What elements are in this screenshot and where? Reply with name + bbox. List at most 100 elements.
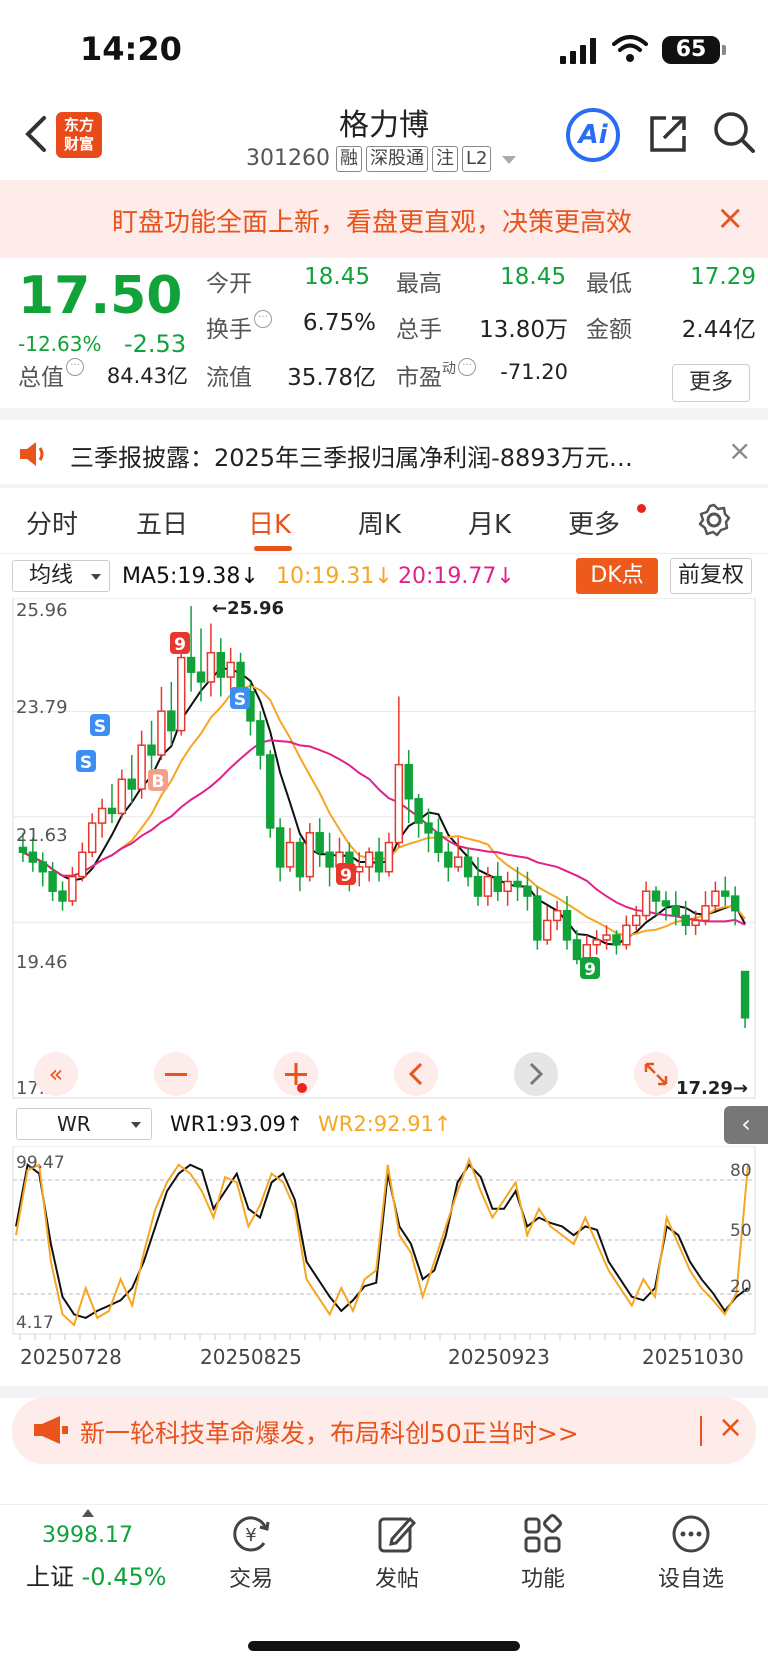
index-name[interactable]: 上证 -0.45%: [26, 1557, 167, 1592]
candle-body: [691, 919, 700, 927]
candle-body: [404, 763, 413, 800]
candle-body: [147, 744, 156, 756]
candle-body: [493, 875, 502, 892]
zoom-in-button[interactable]: [274, 1052, 318, 1096]
change-amount: -2.53: [124, 330, 187, 358]
fullscreen-button[interactable]: [634, 1052, 678, 1096]
stock-code: 301260: [246, 146, 330, 171]
tag-level2: L2: [462, 146, 492, 172]
date-label-1: 20250728: [20, 1345, 122, 1369]
candle-body: [226, 661, 235, 678]
edit-icon: [378, 1516, 417, 1553]
chart-tabs: 分时 五日 日K 周K 月K 更多: [0, 488, 768, 554]
news-ticker[interactable]: 三季报披露：2025年三季报归属净利润-8893万元… ×: [0, 420, 768, 488]
tab-intraday[interactable]: 分时: [26, 504, 78, 541]
sub-indicator-select[interactable]: WR: [16, 1108, 152, 1140]
y-label-2: 23.79: [16, 697, 68, 718]
info-icon[interactable]: ···: [66, 358, 84, 376]
candle-body: [206, 651, 216, 683]
turnover-label: 换手 ···: [206, 310, 272, 344]
volume-value: 13.80万: [479, 317, 568, 343]
candle-body: [671, 905, 681, 917]
wr-y-20: 20: [730, 1277, 752, 1297]
expand-up-icon[interactable]: [82, 1509, 94, 1517]
scroll-right-button[interactable]: [514, 1052, 558, 1096]
pe-label: 市盈动 ···: [396, 358, 476, 392]
indicator-select[interactable]: 均线: [12, 560, 110, 592]
candle-body: [256, 720, 265, 756]
high-label: 最高: [396, 271, 442, 297]
scroll-left-button[interactable]: [394, 1052, 438, 1096]
collapse-panel-button[interactable]: ‹: [724, 1106, 768, 1144]
candle-body: [552, 909, 562, 922]
candle-body: [434, 832, 443, 854]
y-label-3: 21.63: [16, 825, 68, 846]
chevron-down-icon[interactable]: [502, 156, 516, 164]
candle-body: [711, 890, 720, 907]
candle-body: [444, 851, 453, 868]
gear-icon[interactable]: [696, 502, 732, 538]
candle-body: [78, 851, 87, 878]
tab-weekly-k[interactable]: 周K: [358, 504, 401, 541]
candle-body: [414, 797, 423, 824]
candle-body: [295, 841, 305, 878]
share-icon[interactable]: [646, 112, 690, 156]
nav-trade[interactable]: ¥ 交易: [206, 1513, 296, 1593]
divider: [0, 1386, 768, 1398]
tab-five-day[interactable]: 五日: [136, 504, 188, 541]
candle-body: [543, 919, 552, 941]
candle-body: [740, 970, 750, 1019]
current-price: 17.50: [18, 266, 183, 326]
candle-body: [325, 851, 334, 868]
candle-body: [562, 909, 572, 941]
banner-text: 盯盘功能全面上新，看盘更直观，决策更高效: [112, 208, 633, 238]
close-icon[interactable]: ×: [728, 434, 751, 467]
promo-ad[interactable]: 新一轮科技革命爆发，布局科创50正当时>> ×: [12, 1398, 756, 1464]
pe-value: -71.20: [500, 360, 568, 384]
kline-chart[interactable]: SSSB999 25.96 23.79 21.63 19.46 17.29 ←2…: [0, 598, 768, 1104]
ai-button[interactable]: Ai: [566, 108, 620, 162]
volume-label: 总手: [396, 317, 442, 343]
ma20-label: 20:19.77↓: [398, 564, 515, 589]
low-marker: 17.29→: [676, 1078, 748, 1099]
candle-body: [117, 778, 127, 815]
wr-y-80: 80: [730, 1161, 752, 1181]
close-icon[interactable]: ×: [718, 1410, 743, 1445]
wr-y-min: 4.17: [16, 1313, 54, 1333]
search-icon[interactable]: [712, 110, 756, 154]
index-value[interactable]: 3998.17: [42, 1523, 133, 1548]
feature-banner[interactable]: 盯盘功能全面上新，看盘更直观，决策更高效 ×: [0, 180, 768, 258]
tab-more[interactable]: 更多: [568, 504, 620, 541]
candle-body: [384, 841, 394, 873]
adjust-button[interactable]: 前复权: [670, 558, 752, 594]
info-icon[interactable]: ···: [254, 310, 272, 328]
candle-body: [503, 880, 512, 892]
chevron-down-icon: [131, 1122, 141, 1128]
nav-post[interactable]: 发帖: [352, 1513, 442, 1593]
tab-daily-k[interactable]: 日K: [248, 504, 291, 541]
stock-header: 东方 财富 格力博 301260 融 深股通 注 L2 Ai: [0, 100, 768, 180]
candle-body: [275, 827, 285, 868]
candle-body: [364, 851, 374, 868]
ma5-line: [22, 667, 746, 946]
info-icon[interactable]: ···: [458, 358, 476, 376]
wr-chart[interactable]: 99.47 4.17 80 50 20 20250728 20250825 20…: [0, 1146, 768, 1388]
battery-icon: 65: [662, 36, 720, 64]
open-value: 18.45: [304, 264, 370, 290]
nav-add-watchlist[interactable]: 设自选: [646, 1513, 736, 1593]
candle-body: [28, 851, 38, 863]
tab-monthly-k[interactable]: 月K: [468, 504, 511, 541]
candle-body: [97, 807, 107, 824]
more-quote-button[interactable]: 更多: [672, 364, 750, 402]
candle-body: [167, 710, 176, 732]
signal-badge-label: S: [94, 717, 106, 737]
nav-functions[interactable]: 功能: [498, 1513, 588, 1593]
candle-body: [216, 651, 225, 678]
candle-body: [681, 914, 690, 927]
status-bar: 14:20 65: [0, 0, 768, 100]
scroll-left-fast-button[interactable]: «: [34, 1052, 78, 1096]
candle-body: [87, 822, 97, 854]
dk-point-button[interactable]: DK点: [576, 558, 658, 594]
close-icon[interactable]: ×: [716, 198, 745, 238]
zoom-out-button[interactable]: [154, 1052, 198, 1096]
